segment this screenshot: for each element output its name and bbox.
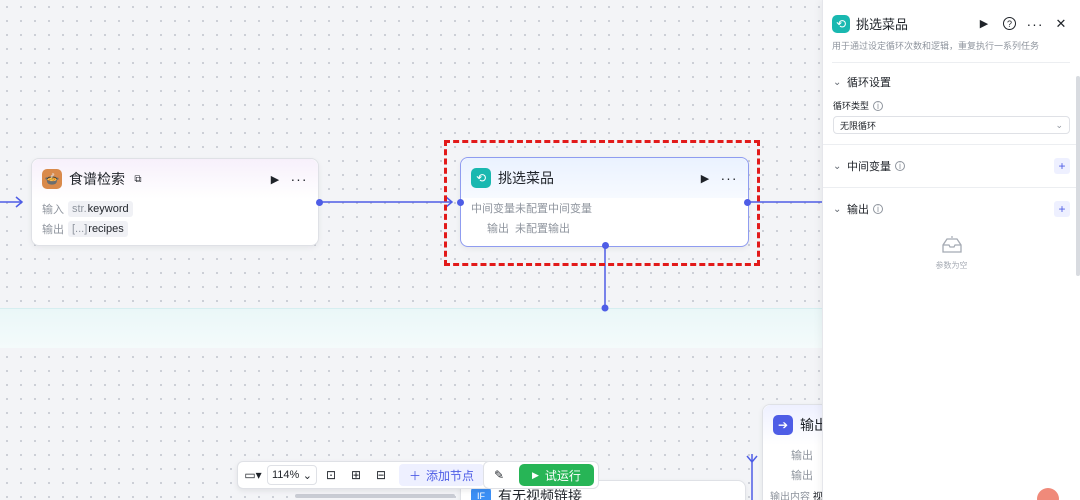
- output-value: recipes: [88, 223, 124, 235]
- plus-icon: ＋: [409, 468, 422, 483]
- recipe-icon: 🍲: [42, 169, 62, 189]
- help-icon[interactable]: ?: [1003, 17, 1016, 30]
- section-title: 输出: [847, 204, 869, 216]
- output-label: 输出: [791, 470, 813, 482]
- loop-type-select[interactable]: 无限循环 ⌄: [833, 116, 1070, 134]
- workflow-canvas[interactable]: 🍲 食谱检索 ⧉ ▶ ··· 输入 str. keyword 输出 [...] re…: [0, 0, 822, 500]
- test-run-button[interactable]: ▶ 试运行: [519, 464, 594, 486]
- run-node-icon[interactable]: ▶: [266, 170, 284, 188]
- loop-body-band: [0, 308, 822, 348]
- more-icon[interactable]: ···: [290, 170, 308, 188]
- chevron-down-icon: ⌄: [302, 469, 312, 482]
- info-icon: i: [873, 100, 884, 111]
- layout-icon[interactable]: ⊞: [345, 464, 367, 486]
- loop-settings-section: ⌄ 循环设置 循环类型 i 无限循环 ⌄: [823, 63, 1080, 145]
- input-value: keyword: [87, 203, 129, 215]
- panel-description: 用于通过设定循环次数和逻辑，重复执行一系列任务: [832, 39, 1070, 63]
- add-output-button[interactable]: +: [1054, 201, 1070, 217]
- output-icon: ➔: [773, 415, 793, 435]
- horizontal-scrollbar[interactable]: [295, 494, 455, 498]
- test-run-label: 试运行: [544, 468, 581, 483]
- loop-type-value: 无限循环: [840, 120, 877, 131]
- debug-icon[interactable]: ✎: [488, 464, 510, 486]
- type-prefix: str.: [72, 203, 87, 215]
- chevron-down-icon[interactable]: ⌄: [833, 161, 847, 172]
- output-label: 输出: [42, 224, 64, 236]
- comment-icon[interactable]: ⊡: [320, 464, 342, 486]
- chevron-down-icon[interactable]: ⌄: [833, 204, 847, 215]
- note-icon[interactable]: ⊟: [370, 464, 392, 486]
- run-node-icon[interactable]: ▶: [975, 15, 993, 33]
- output-content-label: 输出内容: [770, 492, 810, 500]
- type-prefix: [...]: [72, 223, 88, 235]
- output-label: 输出: [791, 450, 813, 462]
- node-title: 食谱检索: [69, 171, 125, 187]
- panel-title: 挑选菜品: [856, 17, 909, 32]
- empty-box-icon: [941, 236, 962, 253]
- output-node[interactable]: ➔ 输出 输出 输出: [762, 404, 822, 500]
- output-port[interactable]: [316, 199, 323, 206]
- assistant-avatar[interactable]: [1037, 488, 1059, 500]
- input-tag: str. keyword: [68, 201, 133, 217]
- chevron-down-icon: ⌄: [1055, 119, 1063, 130]
- node-config-panel: ⟲ 挑选菜品 ▶ ? ··· ✕ 用于通过设定循环次数和逻辑，重复执行一系列任务…: [822, 0, 1080, 500]
- output-content-value: 视频教程👋{{output2}}: [812, 492, 822, 500]
- section-title: 中间变量: [847, 161, 891, 173]
- more-icon[interactable]: ···: [1026, 15, 1044, 33]
- output-section: ⌄ 输出 i + 参数为空: [823, 188, 1080, 283]
- play-icon: ▶: [532, 469, 539, 480]
- add-node-label: 添加节点: [426, 468, 475, 483]
- edge-arrow: [746, 455, 758, 464]
- loop-icon: ⟲: [832, 14, 850, 33]
- output-tag: [...] recipes: [68, 221, 128, 237]
- zoom-value: 114%: [272, 469, 300, 481]
- selection-highlight: [444, 140, 760, 266]
- zoom-select[interactable]: 114% ⌄: [267, 465, 317, 485]
- section-title: 循环设置: [847, 77, 891, 89]
- input-label: 输入: [42, 204, 64, 216]
- node-title: 输出: [800, 417, 822, 433]
- run-toolbar: ✎ ▶ 试运行: [483, 461, 599, 489]
- empty-state: 参数为空: [833, 236, 1070, 271]
- chevron-down-icon: ⌄: [833, 76, 842, 88]
- panel-scrollbar[interactable]: [1076, 76, 1080, 276]
- info-icon: i: [873, 204, 883, 214]
- plugin-badge-icon: ⧉: [134, 173, 142, 185]
- empty-text: 参数为空: [935, 261, 968, 270]
- loop-settings-header[interactable]: ⌄ 循环设置: [833, 73, 1070, 91]
- intermediate-var-section: ⌄ 中间变量 i +: [823, 145, 1080, 188]
- output-content-row: 输出内容 视频教程👋{{output2}}: [770, 488, 822, 500]
- close-icon[interactable]: ✕: [1052, 15, 1070, 33]
- loop-type-label: 循环类型: [833, 101, 870, 111]
- info-icon: i: [895, 161, 905, 171]
- edge-arrow: [15, 196, 24, 208]
- canvas-toolbar: ▭▾ 114% ⌄ ⊡ ⊞ ⊟ ＋ 添加节点: [237, 461, 493, 489]
- add-node-button[interactable]: ＋ 添加节点: [399, 464, 485, 486]
- add-var-button[interactable]: +: [1054, 158, 1070, 174]
- minimap-icon[interactable]: ▭▾: [242, 464, 264, 486]
- recipe-search-node[interactable]: 🍲 食谱检索 ⧉ ▶ ··· 输入 str. keyword 输出 [...] re…: [31, 158, 323, 246]
